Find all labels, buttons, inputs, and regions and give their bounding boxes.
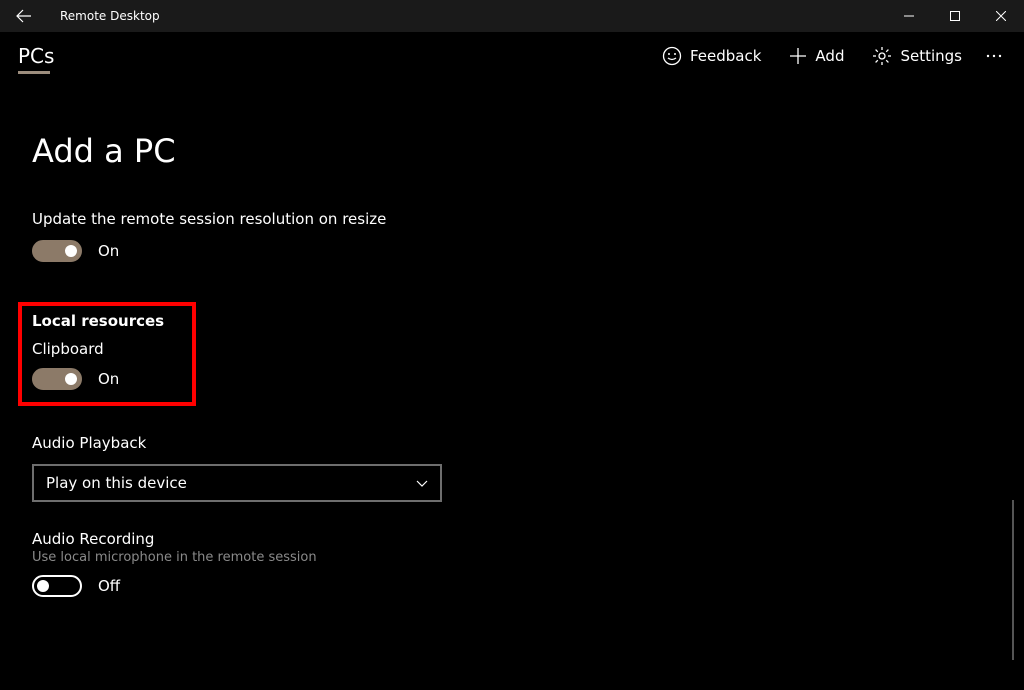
audio-recording-toggle-row: Off xyxy=(32,575,992,597)
clipboard-toggle[interactable] xyxy=(32,368,82,390)
settings-label: Settings xyxy=(900,47,962,65)
scrollbar[interactable] xyxy=(1012,500,1014,660)
audio-recording-state: Off xyxy=(98,577,120,595)
gear-icon xyxy=(872,46,892,66)
resolution-toggle[interactable] xyxy=(32,240,82,262)
minimize-button[interactable] xyxy=(886,0,932,32)
tab-label: PCs xyxy=(18,44,54,70)
local-resources-heading: Local resources xyxy=(32,312,182,330)
tab-pcs[interactable]: PCs xyxy=(18,44,54,68)
resolution-label: Update the remote session resolution on … xyxy=(32,210,992,228)
audio-playback-selected: Play on this device xyxy=(46,474,187,492)
add-label: Add xyxy=(815,47,844,65)
command-bar: PCs Feedback Add Settings xyxy=(0,32,1024,80)
maximize-icon xyxy=(950,11,960,21)
toggle-knob xyxy=(37,580,49,592)
settings-button[interactable]: Settings xyxy=(858,32,976,80)
clipboard-state: On xyxy=(98,370,119,388)
content-pane: Add a PC Update the remote session resol… xyxy=(0,80,1024,597)
audio-playback-label: Audio Playback xyxy=(32,434,992,452)
toggle-knob xyxy=(65,373,77,385)
feedback-label: Feedback xyxy=(690,47,761,65)
chevron-down-icon xyxy=(416,477,428,489)
back-button[interactable] xyxy=(0,0,48,32)
feedback-button[interactable]: Feedback xyxy=(648,32,775,80)
audio-playback-select[interactable]: Play on this device xyxy=(32,464,442,502)
title-bar: Remote Desktop xyxy=(0,0,1024,32)
toggle-knob xyxy=(65,245,77,257)
plus-icon xyxy=(789,47,807,65)
tab-underline xyxy=(18,71,50,74)
maximize-button[interactable] xyxy=(932,0,978,32)
clipboard-toggle-row: On xyxy=(32,368,182,390)
more-button[interactable] xyxy=(976,32,1012,80)
resolution-toggle-row: On xyxy=(32,240,992,262)
close-button[interactable] xyxy=(978,0,1024,32)
window-controls xyxy=(886,0,1024,32)
window-title: Remote Desktop xyxy=(60,9,160,23)
audio-recording-toggle[interactable] xyxy=(32,575,82,597)
add-button[interactable]: Add xyxy=(775,32,858,80)
audio-recording-label: Audio Recording xyxy=(32,530,992,548)
minimize-icon xyxy=(904,11,914,21)
audio-recording-sublabel: Use local microphone in the remote sessi… xyxy=(32,550,992,565)
ellipsis-icon xyxy=(984,46,1004,66)
back-arrow-icon xyxy=(16,8,32,24)
close-icon xyxy=(996,11,1006,21)
page-title: Add a PC xyxy=(32,132,992,170)
smiley-icon xyxy=(662,46,682,66)
local-resources-highlight: Local resources Clipboard On xyxy=(18,302,196,406)
resolution-state: On xyxy=(98,242,119,260)
clipboard-label: Clipboard xyxy=(32,340,182,358)
